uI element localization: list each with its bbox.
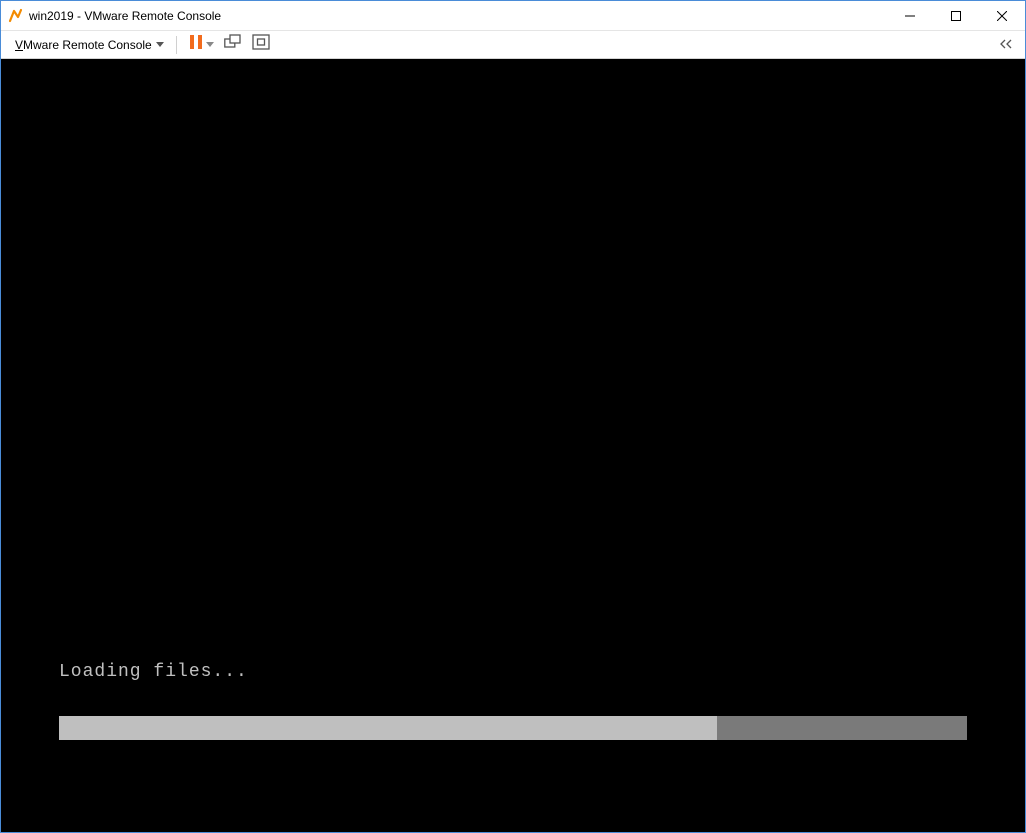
- pause-icon: [189, 34, 203, 55]
- collapse-toolbar-button[interactable]: [995, 34, 1017, 56]
- toolbar-separator: [176, 36, 177, 54]
- fullscreen-icon: [252, 34, 270, 55]
- chevron-down-icon: [206, 42, 214, 47]
- boot-progress-fill: [59, 716, 717, 740]
- send-cad-icon: [224, 34, 242, 55]
- menu-label: Mware Remote Console: [23, 38, 152, 52]
- minimize-button[interactable]: [887, 1, 933, 30]
- boot-status-text: Loading files...: [59, 662, 248, 682]
- pause-button[interactable]: [185, 32, 218, 57]
- maximize-button[interactable]: [933, 1, 979, 30]
- close-button[interactable]: [979, 1, 1025, 30]
- boot-progress-bar: [59, 716, 967, 740]
- guest-console[interactable]: Loading files...: [1, 59, 1025, 832]
- toolbar: VMware Remote Console: [1, 31, 1025, 59]
- fullscreen-button[interactable]: [248, 32, 274, 57]
- titlebar: win2019 - VMware Remote Console: [1, 1, 1025, 31]
- send-ctrl-alt-del-button[interactable]: [220, 32, 246, 57]
- chevron-down-icon: [156, 42, 164, 47]
- window-controls: [887, 1, 1025, 30]
- chevrons-left-icon: [999, 36, 1013, 54]
- main-menu-button[interactable]: VMware Remote Console: [11, 36, 168, 54]
- app-icon: [7, 8, 23, 24]
- menu-label-accelerator: V: [15, 38, 23, 52]
- window-title: win2019 - VMware Remote Console: [29, 9, 221, 23]
